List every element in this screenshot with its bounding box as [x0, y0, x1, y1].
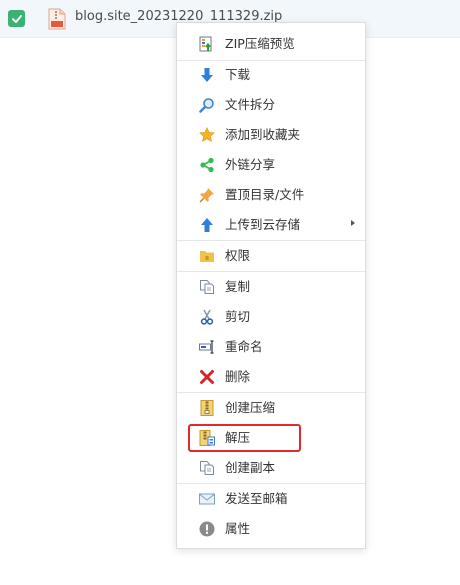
- menu-item-share-link[interactable]: 外链分享: [177, 150, 365, 180]
- extract-icon: [199, 430, 215, 446]
- menu-item-create-archive[interactable]: 创建压缩: [177, 393, 365, 423]
- menu-item-download[interactable]: 下载: [177, 60, 365, 90]
- share-icon: [199, 157, 215, 173]
- menu-item-duplicate[interactable]: 创建副本: [177, 453, 365, 483]
- menu-item-delete[interactable]: 删除: [177, 362, 365, 392]
- menu-item-label: 复制: [225, 279, 251, 294]
- split-search-icon: [199, 97, 215, 113]
- menu-item-extract[interactable]: 解压: [177, 423, 365, 453]
- menu-item-label: 剪切: [225, 309, 251, 324]
- menu-item-label: 下载: [225, 67, 251, 82]
- menu-item-pin[interactable]: 置顶目录/文件: [177, 180, 365, 210]
- menu-item-cut[interactable]: 剪切: [177, 302, 365, 332]
- info-icon: [199, 521, 215, 537]
- menu-item-label: 解压: [225, 430, 251, 445]
- menu-item-send-email[interactable]: 发送至邮箱: [177, 484, 365, 514]
- rename-icon: [199, 339, 215, 355]
- menu-item-permission[interactable]: 权限: [177, 241, 365, 271]
- menu-item-label: 属性: [225, 521, 251, 536]
- duplicate-icon: [199, 460, 215, 476]
- menu-item-label: 上传到云存储: [225, 217, 301, 232]
- menu-item-split[interactable]: 文件拆分: [177, 90, 365, 120]
- menu-item-zip-preview[interactable]: ZIP压缩预览: [177, 29, 365, 59]
- menu-item-rename[interactable]: 重命名: [177, 332, 365, 362]
- menu-item-copy[interactable]: 复制: [177, 272, 365, 302]
- menu-item-upload-cloud[interactable]: 上传到云存储: [177, 210, 365, 240]
- menu-item-properties[interactable]: 属性: [177, 514, 365, 544]
- menu-item-label: 删除: [225, 369, 251, 384]
- menu-item-label: ZIP压缩预览: [225, 36, 295, 51]
- delete-x-icon: [199, 369, 215, 385]
- menu-item-label: 置顶目录/文件: [225, 187, 305, 202]
- archive-icon: [199, 400, 215, 416]
- menu-item-label: 添加到收藏夹: [225, 127, 301, 142]
- menu-item-label: 文件拆分: [225, 97, 276, 112]
- pin-icon: [199, 187, 215, 203]
- zip-file-icon: [48, 8, 66, 30]
- menu-item-label: 外链分享: [225, 157, 276, 172]
- submenu-arrow-icon: [351, 220, 355, 226]
- upload-arrow-icon: [199, 217, 215, 233]
- context-menu: ZIP压缩预览 下载 文件拆分 添加到收藏夹 外链分享 置顶目录/文件 上传到云…: [176, 22, 366, 549]
- download-arrow-icon: [199, 67, 215, 83]
- menu-item-label: 创建副本: [225, 460, 276, 475]
- checkbox-checked-icon[interactable]: [8, 10, 25, 27]
- menu-item-add-favorite[interactable]: 添加到收藏夹: [177, 120, 365, 150]
- mail-icon: [199, 491, 215, 507]
- menu-item-label: 发送至邮箱: [225, 491, 288, 506]
- scissors-icon: [199, 309, 215, 325]
- menu-item-label: 重命名: [225, 339, 263, 354]
- menu-item-label: 权限: [225, 248, 251, 263]
- star-icon: [199, 127, 215, 143]
- copy-icon: [199, 279, 215, 295]
- folder-permission-icon: [199, 248, 215, 264]
- zip-preview-icon: [199, 36, 215, 52]
- menu-item-label: 创建压缩: [225, 400, 276, 415]
